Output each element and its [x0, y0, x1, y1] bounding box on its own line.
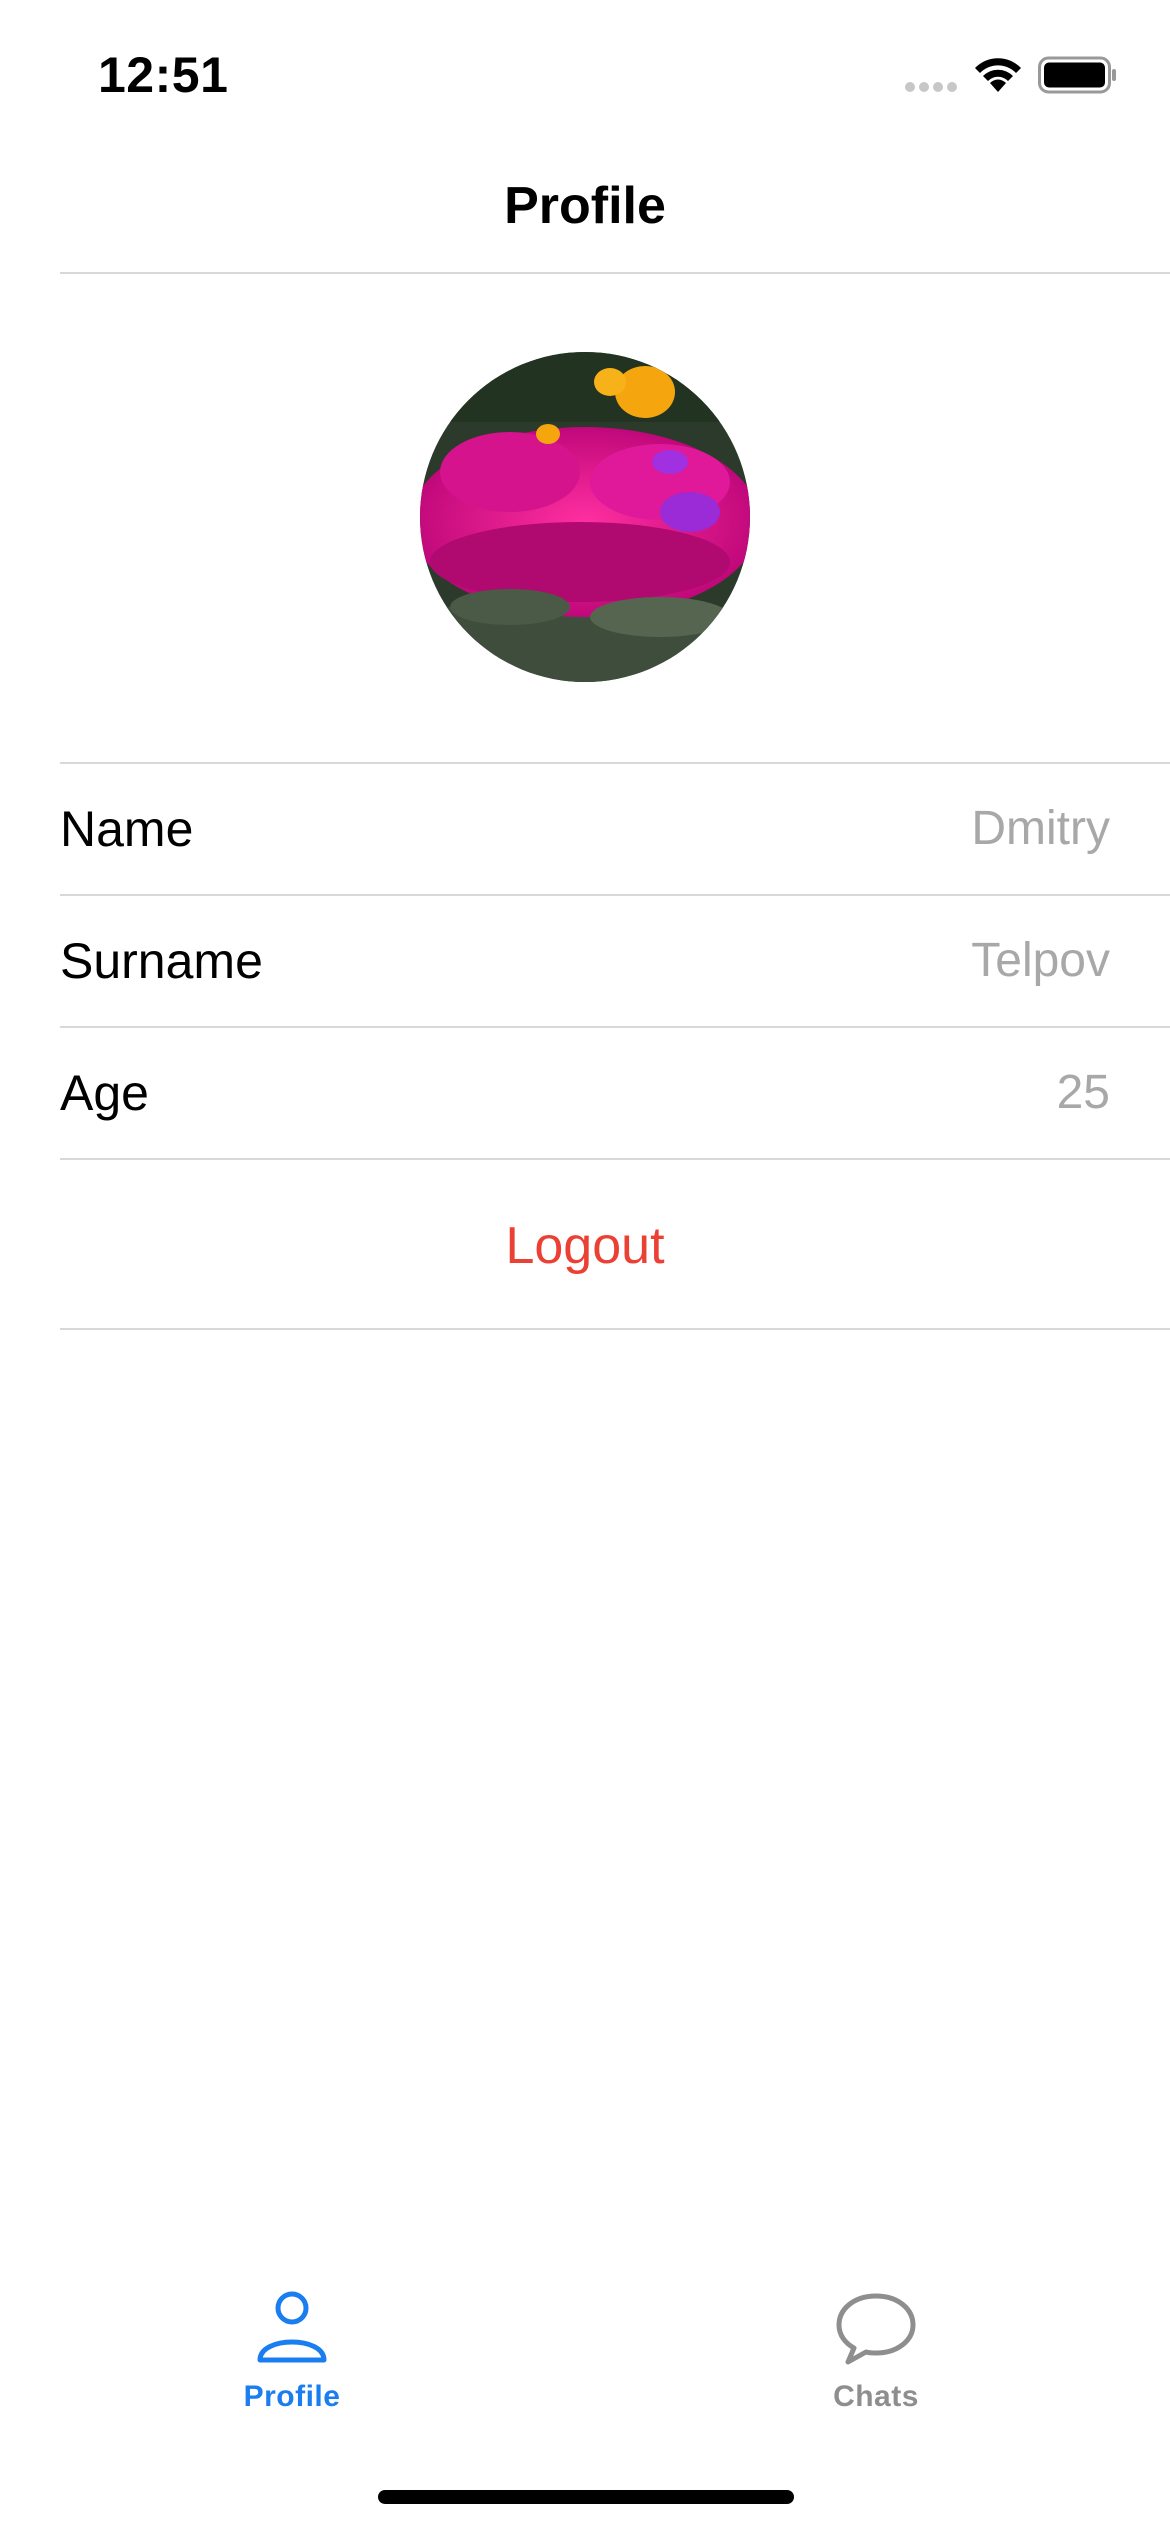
tab-chats-label: Chats: [833, 2380, 919, 2413]
logout-button[interactable]: Logout: [60, 1162, 1110, 1330]
status-bar: 12:51: [0, 0, 1170, 140]
surname-row: Surname Telpov: [60, 896, 1110, 1026]
avatar-flowers-photo: [420, 352, 750, 682]
age-label: Age: [60, 1065, 149, 1121]
nav-divider: [60, 272, 1170, 274]
signal-icon: [905, 82, 957, 92]
name-row: Name Dmitry: [60, 764, 1110, 894]
surname-value: Telpov: [971, 934, 1110, 987]
row-divider: [60, 1328, 1170, 1330]
age-row: Age 25: [60, 1028, 1110, 1158]
surname-label: Surname: [60, 933, 263, 989]
tab-chats[interactable]: Chats: [726, 2290, 1026, 2430]
person-icon: [257, 2291, 327, 2363]
home-indicator: [378, 2490, 794, 2504]
page-title: Profile: [504, 177, 666, 235]
avatar[interactable]: [420, 352, 750, 682]
row-divider: [60, 1158, 1170, 1160]
age-value: 25: [1056, 1066, 1110, 1119]
name-value: Dmitry: [971, 802, 1110, 855]
status-time: 12:51: [98, 47, 229, 103]
tab-profile[interactable]: Profile: [142, 2290, 442, 2430]
tab-profile-label: Profile: [243, 2380, 341, 2413]
name-label: Name: [60, 801, 194, 857]
battery-icon: [1038, 56, 1116, 94]
wifi-icon: [975, 58, 1021, 92]
chat-bubble-icon: [836, 2293, 916, 2365]
